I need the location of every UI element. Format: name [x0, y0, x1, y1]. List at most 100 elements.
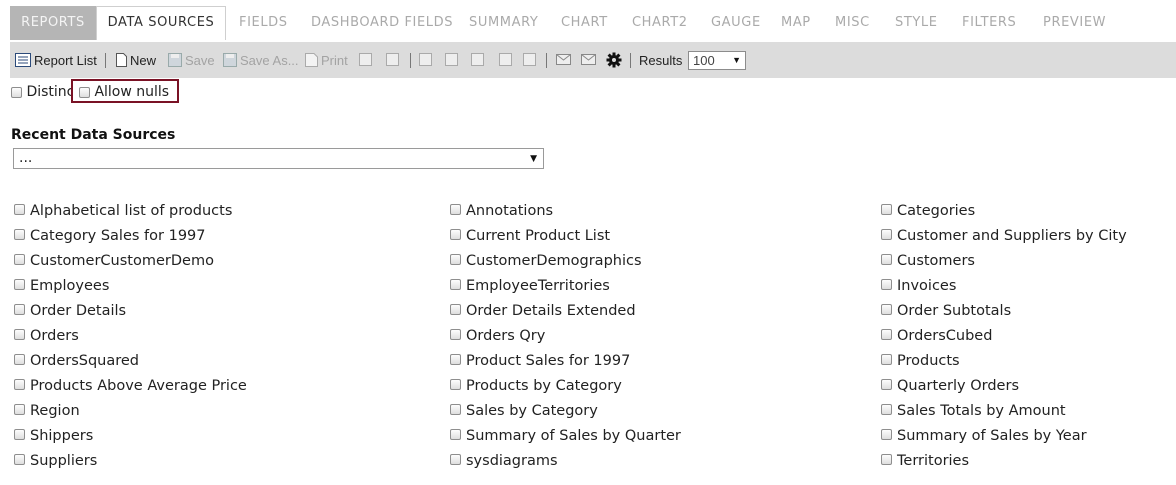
email-schedule-icon[interactable]: [581, 54, 596, 65]
data-source-item[interactable]: Categories: [881, 198, 1127, 223]
tab-map[interactable]: MAP: [781, 6, 811, 40]
data-source-checkbox[interactable]: [881, 253, 892, 265]
data-source-item[interactable]: Orders Qry: [450, 323, 681, 348]
data-source-checkbox[interactable]: [14, 228, 25, 240]
text-icon[interactable]: [499, 53, 512, 66]
data-source-checkbox[interactable]: [14, 428, 25, 440]
data-source-item[interactable]: Invoices: [881, 273, 1127, 298]
data-source-checkbox[interactable]: [881, 203, 892, 215]
data-source-checkbox[interactable]: [881, 228, 892, 240]
data-source-checkbox[interactable]: [881, 428, 892, 440]
data-source-checkbox[interactable]: [881, 453, 892, 465]
data-source-checkbox[interactable]: [14, 278, 25, 290]
data-source-item[interactable]: Products: [881, 348, 1127, 373]
allow-nulls-option[interactable]: Allow nulls: [79, 84, 169, 100]
data-source-item[interactable]: Territories: [881, 448, 1127, 473]
results-select[interactable]: 100 ▼: [688, 51, 746, 70]
data-source-checkbox[interactable]: [14, 303, 25, 315]
print-button[interactable]: Print: [305, 42, 348, 78]
recent-data-sources-select[interactable]: ... ▼: [13, 148, 544, 169]
data-source-item[interactable]: Category Sales for 1997: [14, 223, 247, 248]
data-source-checkbox[interactable]: [14, 253, 25, 265]
data-source-checkbox[interactable]: [14, 403, 25, 415]
data-source-checkbox[interactable]: [14, 378, 25, 390]
data-source-item[interactable]: Region: [14, 398, 247, 423]
tab-chart[interactable]: CHART: [561, 6, 608, 40]
data-source-checkbox[interactable]: [881, 353, 892, 365]
tab-filters[interactable]: FILTERS: [962, 6, 1016, 40]
word-icon[interactable]: [471, 53, 484, 66]
data-source-item[interactable]: Quarterly Orders: [881, 373, 1127, 398]
report-list-button[interactable]: Report List: [15, 42, 97, 78]
tab-dashboard-fields[interactable]: DASHBOARD FIELDS: [311, 6, 453, 40]
tab-data-sources[interactable]: DATA SOURCES: [96, 6, 226, 40]
save-button[interactable]: Save: [168, 42, 215, 78]
data-source-item[interactable]: Orders: [14, 323, 247, 348]
data-source-item[interactable]: sysdiagrams: [450, 448, 681, 473]
data-source-checkbox[interactable]: [450, 353, 461, 365]
data-source-item[interactable]: Sales Totals by Amount: [881, 398, 1127, 423]
data-source-checkbox[interactable]: [14, 353, 25, 365]
data-source-item[interactable]: Product Sales for 1997: [450, 348, 681, 373]
data-source-checkbox[interactable]: [14, 453, 25, 465]
data-source-checkbox[interactable]: [450, 378, 461, 390]
data-source-item[interactable]: OrdersSquared: [14, 348, 247, 373]
data-source-checkbox[interactable]: [881, 403, 892, 415]
excel-icon[interactable]: [445, 53, 458, 66]
data-source-checkbox[interactable]: [450, 253, 461, 265]
data-source-checkbox[interactable]: [450, 303, 461, 315]
data-source-checkbox[interactable]: [881, 378, 892, 390]
data-source-item[interactable]: Order Subtotals: [881, 298, 1127, 323]
data-source-item[interactable]: Suppliers: [14, 448, 247, 473]
data-source-checkbox[interactable]: [450, 228, 461, 240]
data-source-checkbox[interactable]: [450, 428, 461, 440]
data-source-item[interactable]: Shippers: [14, 423, 247, 448]
distinct-checkbox[interactable]: [11, 86, 22, 98]
data-source-checkbox[interactable]: [450, 278, 461, 290]
data-source-item[interactable]: Products Above Average Price: [14, 373, 247, 398]
tab-chart2[interactable]: CHART2: [632, 6, 688, 40]
data-source-item[interactable]: Sales by Category: [450, 398, 681, 423]
data-source-item[interactable]: Summary of Sales by Quarter: [450, 423, 681, 448]
tab-gauge[interactable]: GAUGE: [711, 6, 761, 40]
data-source-checkbox[interactable]: [881, 328, 892, 340]
tab-fields[interactable]: FIELDS: [239, 6, 288, 40]
tab-style[interactable]: STYLE: [895, 6, 938, 40]
allow-nulls-checkbox[interactable]: [79, 86, 90, 98]
csv-icon[interactable]: [523, 53, 536, 66]
data-source-checkbox[interactable]: [450, 403, 461, 415]
distinct-option[interactable]: Distinct: [11, 84, 80, 100]
data-source-item[interactable]: Annotations: [450, 198, 681, 223]
data-source-item[interactable]: Order Details: [14, 298, 247, 323]
data-source-checkbox[interactable]: [450, 453, 461, 465]
data-source-item[interactable]: OrdersCubed: [881, 323, 1127, 348]
data-source-item[interactable]: Summary of Sales by Year: [881, 423, 1127, 448]
data-source-item[interactable]: EmployeeTerritories: [450, 273, 681, 298]
data-source-item[interactable]: Customer and Suppliers by City: [881, 223, 1127, 248]
tab-preview[interactable]: PREVIEW: [1043, 6, 1106, 40]
data-source-item[interactable]: Order Details Extended: [450, 298, 681, 323]
export-icon[interactable]: [419, 53, 432, 66]
data-source-item[interactable]: CustomerDemographics: [450, 248, 681, 273]
data-source-checkbox[interactable]: [881, 278, 892, 290]
data-source-item[interactable]: CustomerCustomerDemo: [14, 248, 247, 273]
data-source-item[interactable]: Products by Category: [450, 373, 681, 398]
tab-summary[interactable]: SUMMARY: [469, 6, 538, 40]
save-as-button[interactable]: Save As...: [223, 42, 299, 78]
data-source-item[interactable]: Current Product List: [450, 223, 681, 248]
data-source-item[interactable]: Customers: [881, 248, 1127, 273]
tab-misc[interactable]: MISC: [835, 6, 870, 40]
gear-icon[interactable]: [606, 52, 622, 68]
data-source-checkbox[interactable]: [14, 328, 25, 340]
new-button[interactable]: New: [116, 42, 156, 78]
data-source-checkbox[interactable]: [14, 203, 25, 215]
tab-reports[interactable]: REPORTS: [10, 6, 96, 40]
data-source-checkbox[interactable]: [881, 303, 892, 315]
email-icon[interactable]: [556, 54, 571, 65]
sql-icon[interactable]: [386, 53, 399, 66]
html-icon[interactable]: [359, 53, 372, 66]
data-source-item[interactable]: Alphabetical list of products: [14, 198, 247, 223]
data-source-checkbox[interactable]: [450, 203, 461, 215]
data-source-item[interactable]: Employees: [14, 273, 247, 298]
data-source-checkbox[interactable]: [450, 328, 461, 340]
